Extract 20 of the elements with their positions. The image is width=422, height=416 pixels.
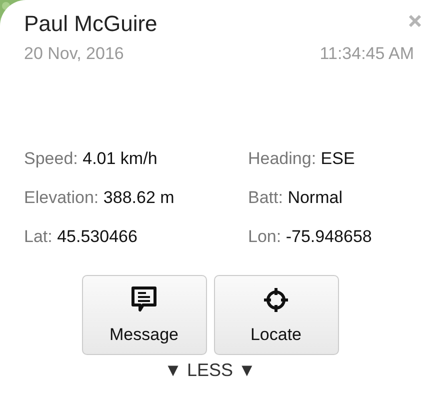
field-label: Batt:: [248, 188, 283, 207]
field-label: Speed:: [24, 149, 78, 168]
message-button[interactable]: Message: [82, 275, 206, 355]
field-label: Elevation:: [24, 188, 99, 207]
field-value: Normal: [288, 188, 342, 207]
field-value: -75.948658: [286, 227, 372, 246]
date-label: 20 Nov, 2016: [24, 44, 124, 64]
field-value: 4.01 km/h: [82, 149, 158, 168]
field-label: Lon:: [248, 227, 282, 246]
field-label: Lat:: [24, 227, 52, 246]
field-value: 388.62 m: [103, 188, 174, 207]
time-label: 11:34:45 AM: [320, 44, 414, 64]
field-value: ESE: [320, 149, 355, 168]
less-link[interactable]: ▼ LESS ▼: [164, 359, 256, 381]
field-label: Heading:: [248, 149, 316, 168]
field-value: 45.530466: [57, 227, 138, 246]
locate-button[interactable]: Locate: [214, 275, 338, 355]
contact-name: Paul McGuire: [24, 10, 158, 38]
close-icon[interactable]: [408, 14, 422, 28]
crosshair-icon: [262, 285, 290, 315]
